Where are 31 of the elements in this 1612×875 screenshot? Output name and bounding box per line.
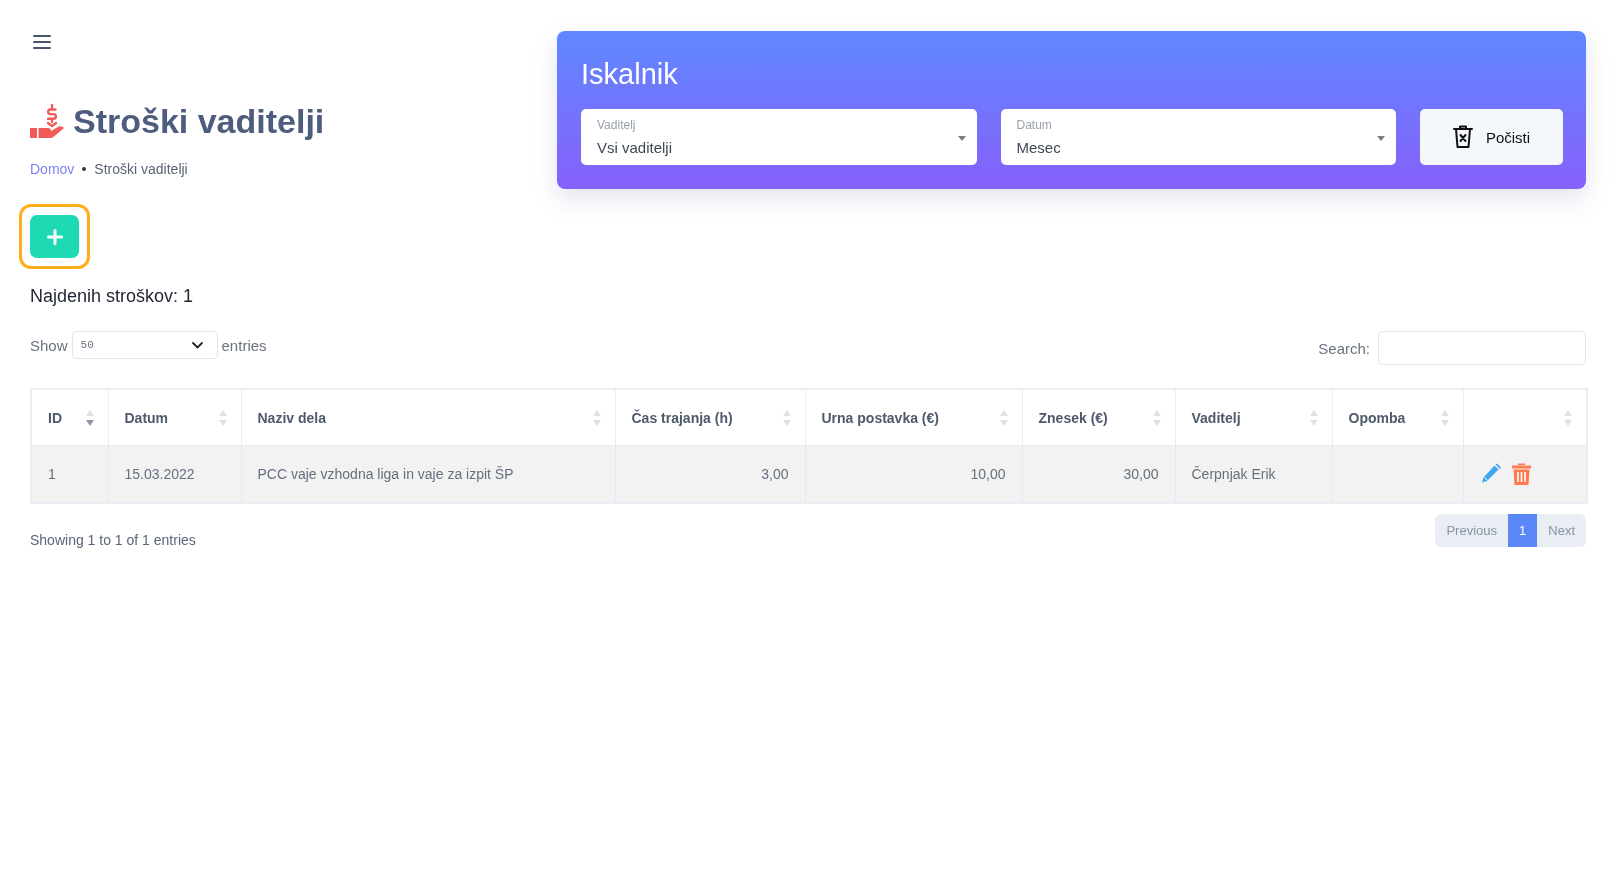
panel-title: Iskalnik [581,57,679,92]
table-cell: 3,00 [615,445,805,503]
menu-icon[interactable] [33,35,51,49]
table-cell: 1 [31,445,108,503]
table-cell: 10,00 [805,445,1022,503]
clear-button[interactable]: Počisti [1420,109,1563,165]
search-label: Search: [1318,339,1370,357]
filter-select[interactable]: Vaditelj Vsi vaditelji [581,109,977,165]
chevron-down-icon [191,341,203,349]
table-cell: 15.03.2022 [108,445,241,503]
table-cell: PCC vaje vzhodna liga in vaje za izpit ŠP [241,445,615,503]
show-label: Show [30,336,68,354]
result-count: Najdenih stroškov: 1 [30,285,194,308]
hand-dollar-icon [30,103,65,139]
separator-dot-icon [82,167,87,171]
table-cell: Čerpnjak Erik [1175,445,1332,503]
page-length-select[interactable]: 50 [71,331,218,359]
plus-icon [46,228,63,245]
page-title: Stroški vaditelji [73,101,325,142]
trash-x-icon [1452,125,1473,149]
pencil-icon[interactable] [1479,463,1501,485]
table-cell: 30,00 [1022,445,1175,503]
filter-select[interactable]: Datum Mesec [1000,109,1396,165]
add-button[interactable] [30,215,79,258]
caret-icon [957,135,966,141]
caret-icon [1377,135,1385,141]
entries-info: Showing 1 to 1 of 1 entries [30,531,196,550]
entries-label: entries [221,336,267,354]
trash-icon[interactable] [1510,463,1532,485]
search-input[interactable] [1378,331,1586,365]
breadcrumb-current: Stroški vaditelji [94,160,188,179]
